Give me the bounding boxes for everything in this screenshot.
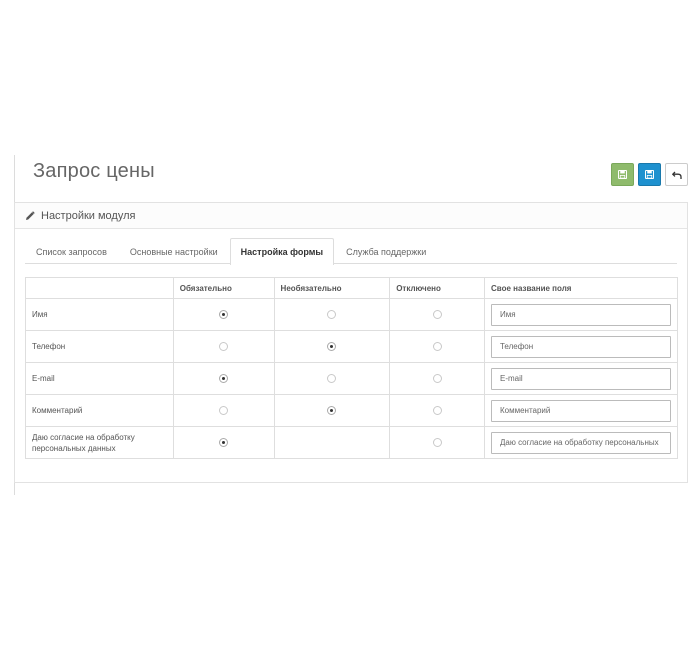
- table-row: E-mail E-mail: [25, 362, 679, 395]
- field-label-email: E-mail: [25, 362, 174, 395]
- form-fields-table: Обязательно Необязательно Отключено Свое…: [25, 277, 679, 459]
- column-header-custom-name: Свое название поля: [483, 277, 679, 299]
- toolbar: [611, 163, 688, 186]
- optional-cell-empty: [273, 426, 391, 459]
- radio-name-required[interactable]: [219, 310, 229, 320]
- radio-phone-required[interactable]: [219, 342, 229, 352]
- radio-email-disabled[interactable]: [432, 374, 442, 384]
- module-settings-panel: Настройки модуля Список запросов Основны…: [14, 202, 688, 483]
- table-row: Имя Имя: [25, 298, 679, 331]
- table-row: Комментарий Комментарий: [25, 394, 679, 427]
- custom-name-input-name[interactable]: Имя: [490, 303, 671, 326]
- field-label-consent: Даю согласие на обработку персональных д…: [25, 426, 174, 459]
- radio-comment-required[interactable]: [219, 406, 229, 416]
- column-header-optional: Необязательно: [273, 277, 391, 299]
- tab-support[interactable]: Служба поддержки: [335, 238, 437, 264]
- tab-bar: Список запросов Основные настройки Настр…: [25, 238, 677, 265]
- radio-name-optional[interactable]: [327, 310, 337, 320]
- panel-heading: Настройки модуля: [15, 203, 687, 229]
- table-row: Даю согласие на обработку персональных д…: [25, 426, 679, 459]
- radio-phone-disabled[interactable]: [432, 342, 442, 352]
- pencil-icon: [25, 210, 35, 221]
- radio-email-optional[interactable]: [327, 374, 337, 384]
- radio-phone-optional[interactable]: [327, 342, 337, 352]
- tab-requests-list[interactable]: Список запросов: [25, 238, 118, 264]
- back-button[interactable]: [665, 163, 688, 186]
- table-row: Телефон Телефон: [25, 330, 679, 363]
- radio-consent-disabled[interactable]: [432, 438, 442, 448]
- radio-email-required[interactable]: [219, 374, 229, 384]
- custom-name-input-comment[interactable]: Комментарий: [490, 399, 671, 422]
- floppy-icon: [645, 170, 654, 179]
- radio-consent-required[interactable]: [219, 438, 229, 448]
- custom-name-input-email[interactable]: E-mail: [490, 367, 671, 390]
- radio-name-disabled[interactable]: [432, 310, 442, 320]
- column-header-disabled: Отключено: [389, 277, 485, 299]
- column-header-field: [25, 277, 174, 299]
- custom-name-input-phone[interactable]: Телефон: [490, 335, 671, 358]
- table-header-row: Обязательно Необязательно Отключено Свое…: [25, 277, 679, 299]
- tab-main-settings[interactable]: Основные настройки: [119, 238, 229, 264]
- column-header-required: Обязательно: [172, 277, 275, 299]
- floppy-icon: [618, 170, 627, 179]
- panel-heading-text: Настройки модуля: [41, 209, 136, 222]
- radio-comment-optional[interactable]: [327, 406, 337, 416]
- field-label-comment: Комментарий: [25, 394, 174, 427]
- save-button[interactable]: [638, 163, 661, 186]
- field-label-phone: Телефон: [25, 330, 174, 363]
- undo-arrow-icon: [671, 171, 682, 179]
- radio-comment-disabled[interactable]: [432, 406, 442, 416]
- custom-name-input-consent[interactable]: Даю согласие на обработку персональных: [490, 431, 671, 454]
- field-label-name: Имя: [25, 298, 174, 331]
- page-title: Запрос цены: [33, 160, 155, 182]
- save-stay-button[interactable]: [611, 163, 634, 186]
- tab-form-settings[interactable]: Настройка формы: [229, 238, 335, 265]
